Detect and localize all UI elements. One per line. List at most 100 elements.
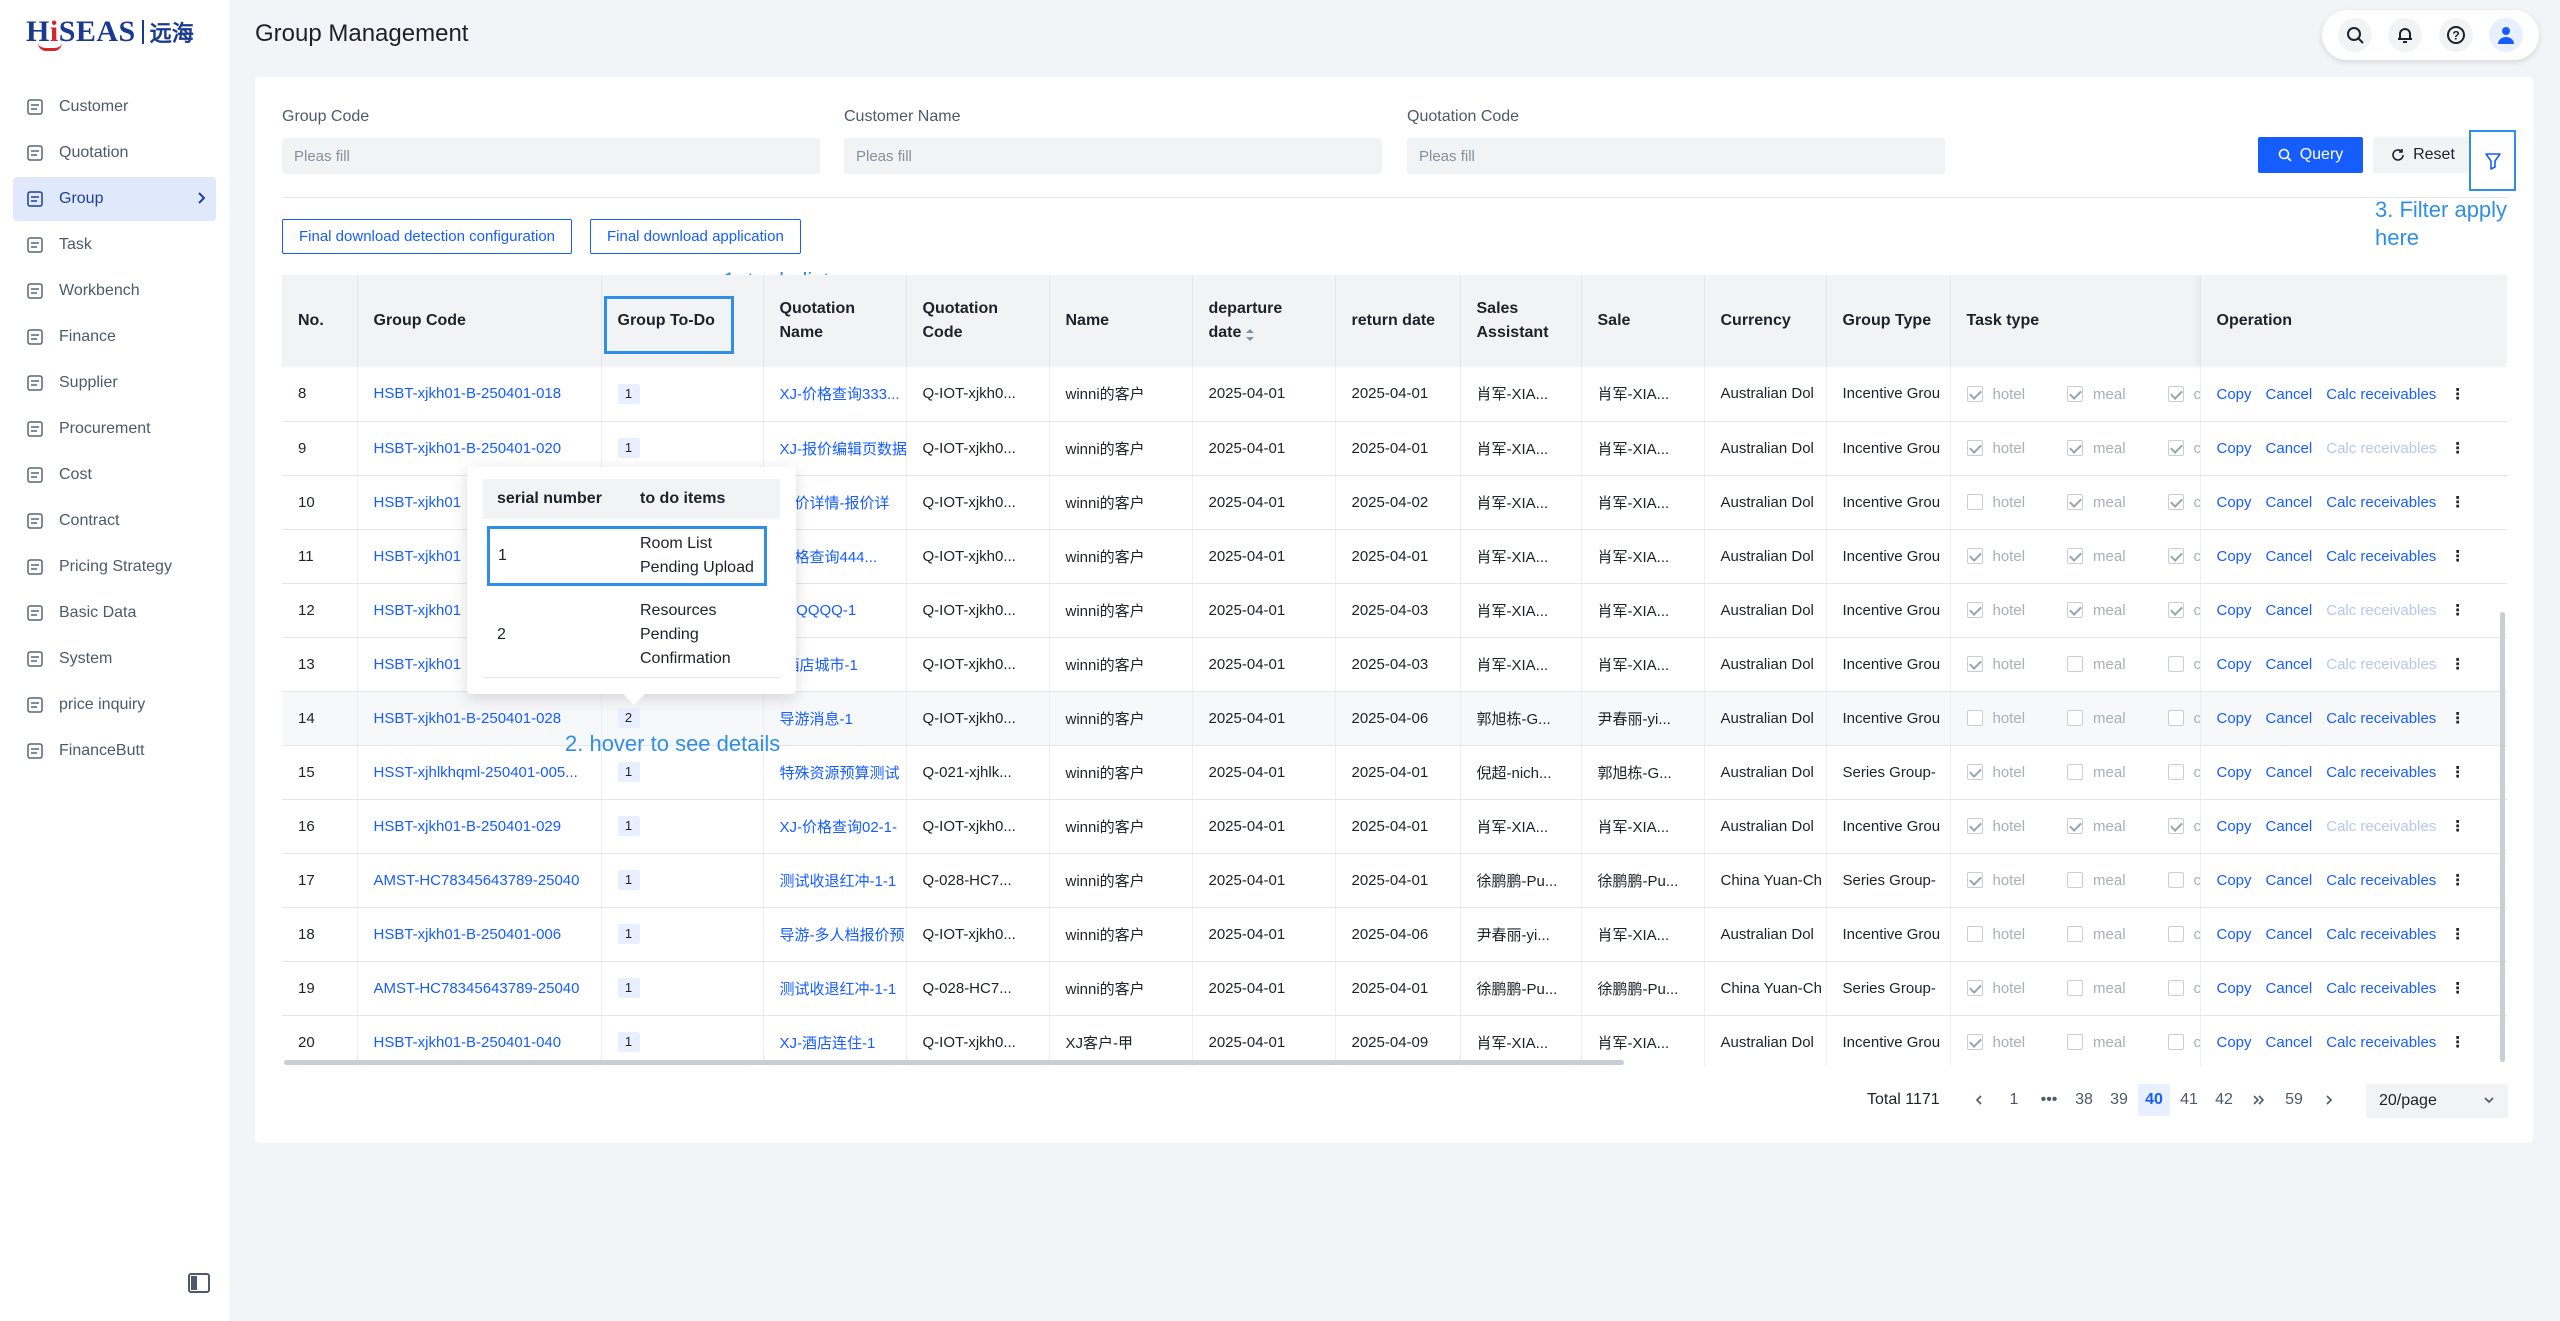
cancel-link[interactable]: Cancel — [2266, 764, 2313, 781]
group-code-link[interactable]: HSBT-xjkh01-B-250401-029 — [357, 799, 602, 854]
quotation-name-link[interactable]: 测试收退红冲-1-1 — [763, 961, 907, 1016]
task-meal-checkbox[interactable] — [2067, 386, 2084, 403]
more-icon[interactable]: ⋮ — [2450, 656, 2465, 673]
task-hotel-checkbox[interactable] — [1966, 926, 1983, 943]
logo[interactable]: HiSEAS 远海 — [26, 12, 194, 52]
copy-link[interactable]: Copy — [2217, 818, 2252, 835]
cancel-link[interactable]: Cancel — [2266, 386, 2313, 403]
sidebar-item-quotation[interactable]: Quotation — [13, 131, 216, 175]
task-hotel-checkbox[interactable] — [1966, 764, 1983, 781]
group-code-link[interactable]: HSBT-xjkh01-B-250401-018 — [357, 367, 602, 422]
todo-count-badge[interactable]: 1 — [617, 870, 640, 890]
more-icon[interactable]: ⋮ — [2450, 764, 2465, 781]
prev-page-icon[interactable] — [1963, 1084, 1995, 1116]
page-size-select[interactable]: 20/page — [2366, 1084, 2508, 1118]
more-icon[interactable]: ⋮ — [2450, 548, 2465, 565]
calc-receivables-link[interactable]: Calc receivables — [2326, 494, 2436, 511]
more-icon[interactable]: ⋮ — [2450, 386, 2465, 403]
task-meal-checkbox[interactable] — [2067, 548, 2084, 565]
calc-receivables-link[interactable]: Calc receivables — [2326, 602, 2436, 619]
sidebar-item-price-inquiry[interactable]: price inquiry — [13, 683, 216, 727]
copy-link[interactable]: Copy — [2217, 440, 2252, 457]
task-hotel-checkbox[interactable] — [1966, 494, 1983, 511]
todo-count-badge[interactable]: 1 — [617, 978, 640, 998]
group-code-link[interactable]: AMST-HC78345643789-25040 — [357, 853, 602, 908]
sidebar-item-finance[interactable]: Finance — [13, 315, 216, 359]
sidebar-item-customer[interactable]: Customer — [13, 85, 216, 129]
more-icon[interactable]: ⋮ — [2450, 1034, 2465, 1051]
task-hotel-checkbox[interactable] — [1966, 980, 1983, 997]
group-code-link[interactable]: AMST-HC78345643789-25040 — [357, 961, 602, 1016]
task-car-checkbox[interactable] — [2167, 980, 2184, 997]
task-hotel-checkbox[interactable] — [1966, 548, 1983, 565]
cancel-link[interactable]: Cancel — [2266, 872, 2313, 889]
more-icon[interactable]: ⋮ — [2450, 872, 2465, 889]
cancel-link[interactable]: Cancel — [2266, 980, 2313, 997]
task-hotel-checkbox[interactable] — [1966, 602, 1983, 619]
calc-receivables-link[interactable]: Calc receivables — [2326, 872, 2436, 889]
todo-count-badge[interactable]: 1 — [617, 762, 640, 782]
task-meal-checkbox[interactable] — [2067, 926, 2084, 943]
sort-icon[interactable] — [1245, 326, 1255, 341]
todo-count-badge[interactable]: 2 — [617, 708, 640, 728]
detection-config-button[interactable]: Final download detection configuration — [282, 219, 573, 254]
table-row[interactable]: 18 HSBT-xjkh01-B-250401-006 1 导游-多人档报价预 Q-IO… — [282, 907, 2507, 962]
page-40-current[interactable]: 40 — [2138, 1084, 2170, 1116]
task-meal-checkbox[interactable] — [2067, 872, 2084, 889]
copy-link[interactable]: Copy — [2217, 548, 2252, 565]
quotation-code-input[interactable] — [1407, 138, 1945, 174]
table-row[interactable]: 16 HSBT-xjkh01-B-250401-029 1 XJ-价格查询02-1- Q… — [282, 799, 2507, 854]
task-hotel-checkbox[interactable] — [1966, 1034, 1983, 1051]
cancel-link[interactable]: Cancel — [2266, 494, 2313, 511]
sidebar-item-group[interactable]: Group — [13, 177, 216, 221]
group-code-link[interactable]: HSBT-xjkh01-B-250401-006 — [357, 907, 602, 962]
horizontal-scrollbar[interactable] — [284, 1060, 1624, 1065]
quotation-name-link[interactable]: XJ-价格查询02-1- — [763, 799, 907, 854]
task-hotel-checkbox[interactable] — [1966, 440, 1983, 457]
task-car-checkbox[interactable] — [2167, 818, 2184, 835]
quotation-name-link[interactable]: 导游消息-1 — [763, 691, 907, 746]
task-car-checkbox[interactable] — [2167, 872, 2184, 889]
task-car-checkbox[interactable] — [2167, 710, 2184, 727]
task-hotel-checkbox[interactable] — [1966, 386, 1983, 403]
calc-receivables-link[interactable]: Calc receivables — [2326, 440, 2436, 457]
task-hotel-checkbox[interactable] — [1966, 818, 1983, 835]
quotation-name-link[interactable]: 特殊资源预算测试 — [763, 745, 907, 800]
task-meal-checkbox[interactable] — [2067, 818, 2084, 835]
copy-link[interactable]: Copy — [2217, 386, 2252, 403]
task-meal-checkbox[interactable] — [2067, 764, 2084, 781]
download-application-button[interactable]: Final download application — [590, 219, 801, 254]
page-41[interactable]: 41 — [2173, 1084, 2205, 1116]
calc-receivables-link[interactable]: Calc receivables — [2326, 386, 2436, 403]
sidebar-item-task[interactable]: Task — [13, 223, 216, 267]
sidebar-collapse-icon[interactable] — [188, 1272, 210, 1294]
customer-name-input[interactable] — [844, 138, 1382, 174]
fast-forward-icon[interactable] — [2243, 1084, 2275, 1116]
more-icon[interactable]: ⋮ — [2450, 440, 2465, 457]
cancel-link[interactable]: Cancel — [2266, 440, 2313, 457]
sidebar-item-pricing-strategy[interactable]: Pricing Strategy — [13, 545, 216, 589]
cancel-link[interactable]: Cancel — [2266, 710, 2313, 727]
more-icon[interactable]: ⋮ — [2450, 926, 2465, 943]
sidebar-item-procurement[interactable]: Procurement — [13, 407, 216, 451]
page-38[interactable]: 38 — [2068, 1084, 2100, 1116]
table-row[interactable]: 20 HSBT-xjkh01-B-250401-040 1 XJ-酒店连住-1 Q-IO… — [282, 1015, 2507, 1066]
calc-receivables-link[interactable]: Calc receivables — [2326, 1034, 2436, 1051]
sidebar-item-workbench[interactable]: Workbench — [13, 269, 216, 313]
sidebar-item-supplier[interactable]: Supplier — [13, 361, 216, 405]
todo-count-badge[interactable]: 1 — [617, 1032, 640, 1052]
page-1[interactable]: 1 — [1998, 1084, 2030, 1116]
cancel-link[interactable]: Cancel — [2266, 818, 2313, 835]
calc-receivables-link[interactable]: Calc receivables — [2326, 926, 2436, 943]
task-car-checkbox[interactable] — [2167, 548, 2184, 565]
task-meal-checkbox[interactable] — [2067, 656, 2084, 673]
calc-receivables-link[interactable]: Calc receivables — [2326, 656, 2436, 673]
quotation-name-link[interactable]: XJ-价格查询333... — [763, 367, 907, 422]
sidebar-item-contract[interactable]: Contract — [13, 499, 216, 543]
more-icon[interactable]: ⋮ — [2450, 494, 2465, 511]
task-hotel-checkbox[interactable] — [1966, 872, 1983, 889]
task-hotel-checkbox[interactable] — [1966, 656, 1983, 673]
task-car-checkbox[interactable] — [2167, 386, 2184, 403]
calc-receivables-link[interactable]: Calc receivables — [2326, 818, 2436, 835]
help-icon[interactable]: ? — [2438, 18, 2473, 52]
